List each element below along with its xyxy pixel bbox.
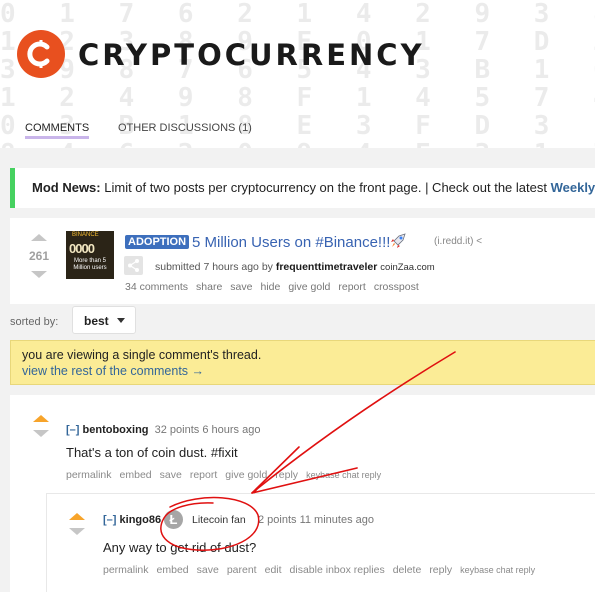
permalink-link[interactable]: permalink bbox=[103, 564, 149, 576]
save-link[interactable]: save bbox=[230, 281, 252, 293]
keybase-chat-reply-link[interactable]: keybase chat reply bbox=[306, 470, 381, 480]
subreddit-logo-icon[interactable] bbox=[17, 30, 65, 78]
post-title-text: 5 Million Users on #Binance!!! bbox=[192, 234, 391, 251]
mod-news-bar: Mod News: Limit of two posts per cryptoc… bbox=[10, 168, 595, 208]
upvote-icon[interactable] bbox=[33, 415, 49, 422]
crosspost-link[interactable]: crosspost bbox=[374, 281, 419, 293]
comment-thread: [–] bentoboxing 32 points 6 hours ago Th… bbox=[10, 395, 595, 592]
post-domain[interactable]: (i.redd.it) < bbox=[434, 236, 482, 247]
chevron-down-icon bbox=[117, 318, 125, 323]
tab-other-discussions[interactable]: OTHER DISCUSSIONS (1) bbox=[118, 122, 252, 134]
sort-dropdown[interactable]: best bbox=[72, 306, 136, 334]
comment-meta: 2 points 11 minutes ago bbox=[258, 514, 374, 526]
save-link[interactable]: save bbox=[197, 564, 219, 576]
comment-actions: permalink embed save parent edit disable inbo… bbox=[103, 564, 543, 576]
mod-news-link[interactable]: Weekly bbox=[551, 180, 595, 195]
downvote-icon[interactable] bbox=[31, 271, 47, 278]
comment-vote bbox=[67, 513, 87, 535]
comment-vote bbox=[31, 415, 51, 437]
embed-link[interactable]: embed bbox=[157, 564, 189, 576]
give-gold-link[interactable]: give gold bbox=[225, 469, 267, 481]
sort-value: best bbox=[84, 314, 109, 328]
upvote-icon[interactable] bbox=[69, 513, 85, 520]
downvote-icon[interactable] bbox=[33, 430, 49, 437]
downvote-icon[interactable] bbox=[69, 528, 85, 535]
post-domain-text: (i.redd.it) bbox=[434, 236, 474, 247]
sort-label: sorted by: bbox=[10, 316, 59, 328]
share-link[interactable]: share bbox=[196, 281, 222, 293]
comment-body: That's a ton of coin dust. #fixit bbox=[66, 445, 238, 460]
hide-link[interactable]: hide bbox=[260, 281, 280, 293]
parent-link[interactable]: parent bbox=[227, 564, 257, 576]
post-author[interactable]: frequenttimetraveler bbox=[276, 261, 378, 273]
post-score: 261 bbox=[29, 249, 50, 263]
submitted-prefix: submitted 7 hours ago by bbox=[155, 261, 273, 273]
report-link[interactable]: report bbox=[190, 469, 217, 481]
view-rest-link[interactable]: view the rest of the comments → bbox=[22, 363, 595, 379]
reply-link[interactable]: reply bbox=[275, 469, 298, 481]
comment-body: Any way to get rid of dust? bbox=[103, 540, 257, 555]
report-link[interactable]: report bbox=[338, 281, 365, 293]
disable-inbox-replies-link[interactable]: disable inbox replies bbox=[290, 564, 385, 576]
comment-actions: permalink embed save report give gold reply ke… bbox=[66, 469, 389, 481]
comment-author[interactable]: kingo86 bbox=[120, 514, 162, 526]
reply-link[interactable]: reply bbox=[429, 564, 452, 576]
post-thumbnail[interactable]: BINANCE 0000 More than 5 Million users bbox=[66, 231, 114, 279]
post-title-link[interactable]: 5 Million Users on #Binance!!! bbox=[192, 232, 407, 251]
rocket-icon bbox=[391, 233, 407, 248]
post-flair[interactable]: ADOPTION bbox=[125, 235, 190, 249]
share-expando-icon[interactable] bbox=[124, 256, 143, 275]
embed-link[interactable]: embed bbox=[120, 469, 152, 481]
permalink-link[interactable]: permalink bbox=[66, 469, 112, 481]
comment-header: [–] kingo86 bbox=[103, 514, 161, 526]
tab-comments[interactable]: COMMENTS bbox=[25, 122, 90, 139]
post-card: 261 BINANCE 0000 More than 5 Million use… bbox=[10, 218, 595, 304]
collapse-toggle[interactable]: [–] bbox=[103, 514, 116, 526]
mod-news-text: Limit of two posts per cryptocurrency on… bbox=[104, 180, 547, 195]
collapse-toggle[interactable]: [–] bbox=[66, 424, 79, 436]
mod-news-label: Mod News: bbox=[32, 180, 101, 195]
comment-author[interactable]: bentoboxing bbox=[83, 424, 149, 436]
post-author-flair: coinZaa.com bbox=[380, 262, 435, 273]
comment-author-flair: Litecoin fan bbox=[192, 514, 246, 526]
comment-header: [–] bentoboxing 32 points 6 hours ago bbox=[66, 424, 260, 436]
subreddit-title[interactable]: CRYPTOCURRENCY bbox=[78, 38, 425, 72]
single-thread-notice: you are viewing a single comment's threa… bbox=[10, 340, 595, 385]
thumbnail-brand: BINANCE bbox=[72, 232, 99, 238]
upvote-icon[interactable] bbox=[31, 234, 47, 241]
thumbnail-number: 0000 bbox=[69, 241, 95, 256]
post-actions: 34 comments share save hide give gold report c… bbox=[125, 281, 427, 293]
thumbnail-caption: More than 5 Million users bbox=[73, 258, 107, 271]
edit-link[interactable]: edit bbox=[265, 564, 282, 576]
crosspost-share-icon[interactable]: < bbox=[476, 236, 482, 247]
litecoin-icon: Ł bbox=[164, 510, 183, 529]
post-vote: 261 bbox=[29, 234, 49, 278]
header-background-pattern: 0 1 7 6 2 1 4 2 9 3 8 1 5 1 1 2 3 8 9 E … bbox=[0, 0, 595, 148]
post-submitted-line: submitted 7 hours ago by frequenttimetra… bbox=[155, 261, 435, 273]
comment-meta: 32 points 6 hours ago bbox=[154, 424, 261, 436]
keybase-chat-reply-link[interactable]: keybase chat reply bbox=[460, 565, 535, 575]
subreddit-header: 0 1 7 6 2 1 4 2 9 3 8 1 5 1 1 2 3 8 9 E … bbox=[0, 0, 595, 148]
give-gold-link[interactable]: give gold bbox=[288, 281, 330, 293]
save-link[interactable]: save bbox=[160, 469, 182, 481]
delete-link[interactable]: delete bbox=[393, 564, 422, 576]
comments-link[interactable]: 34 comments bbox=[125, 281, 188, 293]
child-comment: [–] kingo86 2 points 11 minutes ago Any … bbox=[46, 493, 595, 592]
notice-text: you are viewing a single comment's threa… bbox=[22, 348, 262, 362]
